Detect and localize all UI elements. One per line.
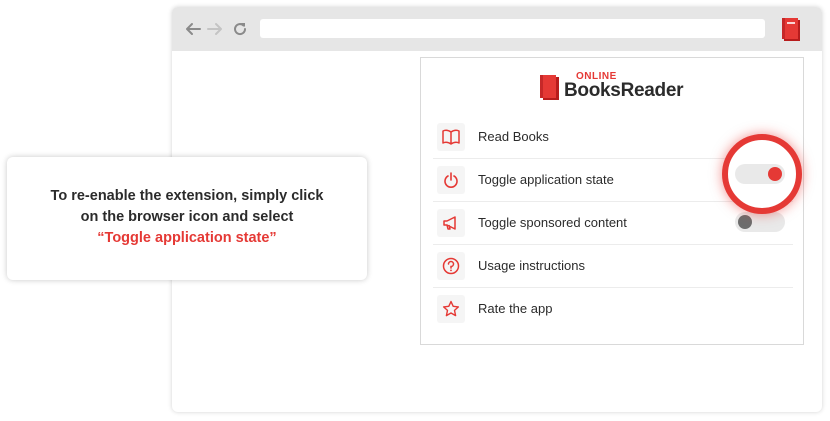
menu-item-label: Toggle application state [478, 172, 614, 187]
address-bar[interactable] [260, 19, 765, 38]
highlight-ring [722, 134, 802, 214]
application-state-toggle[interactable] [735, 164, 785, 184]
back-arrow-icon[interactable] [184, 21, 202, 37]
logo-book-icon [540, 75, 559, 100]
book-icon[interactable] [780, 16, 802, 42]
logo-title: BooksReader [564, 80, 684, 101]
menu-item-usage-instructions[interactable]: Usage instructions [433, 244, 793, 288]
star-icon [437, 295, 465, 323]
callout-highlight-text: “Toggle application state” [97, 230, 277, 246]
menu-item-label: Read Books [478, 129, 549, 144]
menu-item-rate-the-app[interactable]: Rate the app [433, 287, 793, 330]
app-logo: ONLINE BooksReader [538, 71, 698, 106]
menu-item-label: Usage instructions [478, 258, 585, 273]
menu-item-toggle-sponsored-content[interactable]: Toggle sponsored content [433, 201, 793, 245]
question-icon [437, 252, 465, 280]
reload-icon[interactable] [232, 21, 248, 37]
toggle-knob [738, 215, 752, 229]
sponsored-content-toggle[interactable] [735, 212, 785, 232]
megaphone-icon [437, 209, 465, 237]
book-open-icon [437, 123, 465, 151]
instruction-callout: To re-enable the extension, simply click… [7, 157, 367, 280]
menu-item-label: Rate the app [478, 301, 553, 316]
forward-arrow-icon[interactable] [206, 21, 224, 37]
browser-toolbar [172, 7, 822, 51]
callout-text-line-2: on the browser icon and select [80, 209, 294, 225]
power-icon [437, 166, 465, 194]
menu-item-label: Toggle sponsored content [478, 215, 627, 230]
toggle-knob [768, 167, 782, 181]
callout-text-line-1: To re-enable the extension, simply click [50, 188, 324, 204]
